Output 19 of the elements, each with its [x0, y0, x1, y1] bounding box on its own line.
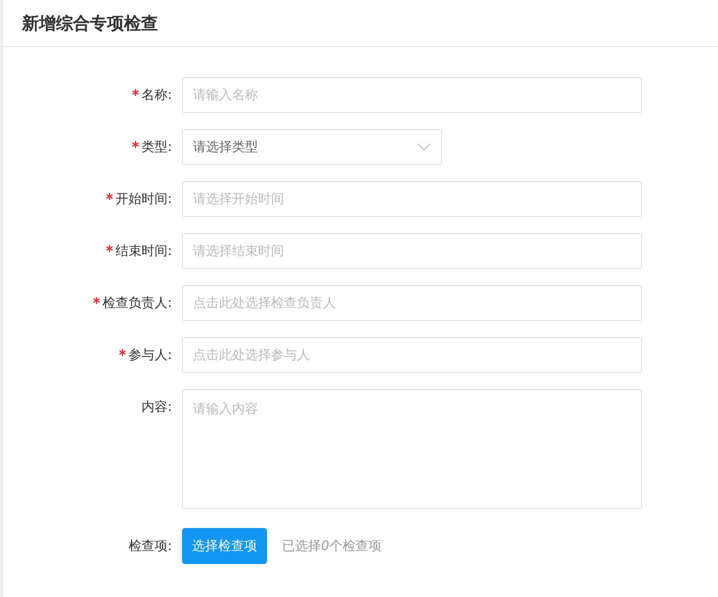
input-field[interactable]: 点击此处选择检查负责人: [182, 285, 642, 321]
field-label: 开始时间:: [116, 191, 172, 208]
type-select[interactable]: 请选择类型: [182, 129, 442, 165]
select-items-button[interactable]: 选择检查项: [182, 528, 267, 564]
field-label: 类型:: [142, 139, 172, 156]
field-label: 检查项:: [128, 538, 172, 555]
field-label: 名称:: [142, 87, 172, 104]
input-field[interactable]: 请输入名称: [182, 77, 642, 113]
field-label: 参与人:: [128, 347, 172, 364]
field-label: 检查负责人:: [102, 295, 172, 312]
input-field[interactable]: 请选择结束时间: [182, 233, 642, 269]
chevron-down-icon: [417, 143, 431, 151]
input-field[interactable]: 请选择开始时间: [182, 181, 642, 217]
selected-count-text: 已选择0个检查项: [282, 538, 382, 555]
field-label: 结束时间:: [116, 243, 172, 260]
page-title: 新增综合专项检查: [22, 12, 158, 34]
content-textarea[interactable]: 请输入内容: [182, 389, 642, 509]
input-field[interactable]: 点击此处选择参与人: [182, 337, 642, 373]
field-label: 内容:: [142, 399, 172, 416]
